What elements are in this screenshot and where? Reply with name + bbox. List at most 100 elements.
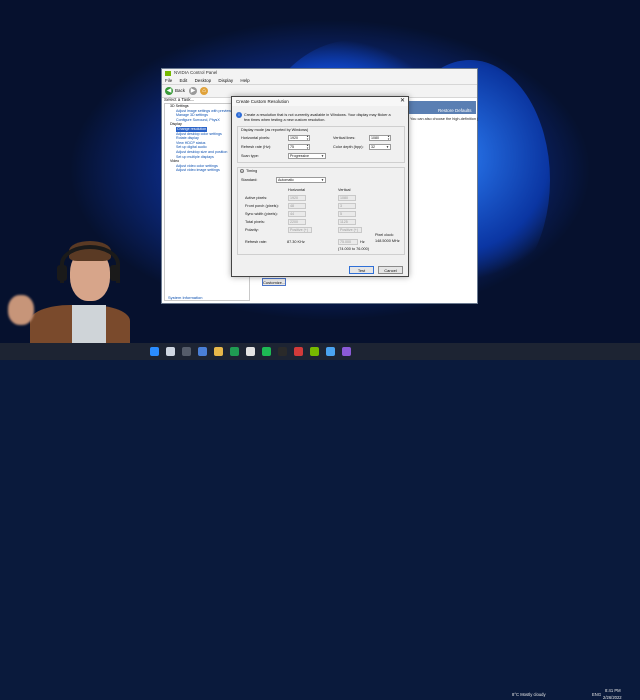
tree-item-label: Adjust desktop size and position bbox=[176, 149, 228, 154]
window-title: NVIDIA Control Panel bbox=[174, 70, 218, 75]
file-explorer-icon[interactable] bbox=[214, 347, 223, 356]
taskbar: 8°C Mostly cloudy ENG 8:41 PM 2/26/2022 bbox=[0, 343, 640, 700]
cancel-button[interactable]: Cancel bbox=[378, 266, 403, 274]
standard-value: Automatic bbox=[278, 178, 294, 182]
horizontal-timing-field: 44 bbox=[288, 211, 306, 217]
hz-unit: Hz bbox=[360, 240, 365, 244]
pixel-clock-label: Pixel clock: bbox=[375, 233, 394, 237]
office-app-icon[interactable] bbox=[294, 347, 303, 356]
widgets-icon[interactable] bbox=[198, 347, 207, 356]
info-icon: i bbox=[236, 112, 242, 118]
timing-row-label: Sync width (pixels): bbox=[245, 212, 278, 216]
headphone-right-cup bbox=[110, 265, 120, 281]
tree-item-label: Set up multiple displays bbox=[176, 154, 214, 159]
clock-time[interactable]: 8:41 PM bbox=[605, 688, 621, 693]
restore-defaults-link[interactable]: Restore Defaults bbox=[438, 108, 472, 113]
vertical-timing-field: 3 bbox=[338, 203, 356, 209]
horizontal-timing-field: 48 bbox=[288, 203, 306, 209]
window-titlebar: NVIDIA Control Panel bbox=[162, 69, 477, 77]
menu-bar: File Edit Desktop Display Help bbox=[162, 77, 477, 85]
test-button[interactable]: Test bbox=[349, 266, 374, 274]
tree-item-label: Adjust video image settings bbox=[176, 168, 220, 173]
chevron-down-icon: ▼ bbox=[321, 154, 324, 158]
horizontal-pixels-field[interactable]: 1920 ▲ ▼ bbox=[288, 135, 310, 141]
spinner-icon[interactable]: ▲ ▼ bbox=[387, 135, 390, 141]
dialog-titlebar: Create Custom Resolution ✕ bbox=[232, 97, 408, 106]
tree-item-label: View HDCP status bbox=[176, 140, 206, 145]
menu-help[interactable]: Help bbox=[240, 78, 249, 83]
person-shirt bbox=[72, 305, 106, 343]
color-depth-label: Color depth (bpp): bbox=[333, 145, 364, 149]
nvidia-logo-icon bbox=[165, 70, 171, 76]
collapse-icon[interactable]: − bbox=[240, 169, 244, 173]
refresh-hz-value: 75.000 bbox=[340, 240, 351, 244]
menu-desktop[interactable]: Desktop bbox=[195, 78, 212, 83]
tree-item-label: Manage 3D settings bbox=[176, 113, 208, 118]
terminal-icon[interactable] bbox=[278, 347, 287, 356]
system-information-link[interactable]: System Information bbox=[168, 295, 202, 300]
task-view-icon[interactable] bbox=[182, 347, 191, 356]
tree-item-label: Adjust image settings with preview bbox=[176, 108, 231, 113]
tree-item-label: 3D Settings bbox=[170, 104, 189, 108]
vertical-timing-field: 5 bbox=[338, 211, 356, 217]
horizontal-timing-field: Positive (+) bbox=[288, 227, 312, 233]
tree-item-label: Video bbox=[170, 159, 180, 164]
vertical-header: Vertical bbox=[338, 188, 351, 192]
refresh-rate-field[interactable]: 75 ▲ ▼ bbox=[288, 144, 310, 150]
dialog-title: Create Custom Resolution bbox=[236, 99, 289, 104]
refresh-khz-value: 87.30 KHz bbox=[287, 240, 305, 244]
back-label[interactable]: Back bbox=[175, 88, 185, 93]
horizontal-timing-field: 2200 bbox=[288, 219, 306, 225]
timing-row-label: Front porch (pixels): bbox=[245, 204, 279, 208]
horizontal-pixels-value: 1920 bbox=[290, 136, 298, 140]
person-hand bbox=[8, 295, 34, 325]
vertical-timing-field: 1125 bbox=[338, 219, 356, 225]
browser-icon[interactable] bbox=[246, 347, 255, 356]
start-icon[interactable] bbox=[150, 347, 159, 356]
language-indicator[interactable]: ENG bbox=[592, 692, 601, 697]
weather-widget[interactable]: 8°C Mostly cloudy bbox=[512, 692, 546, 697]
xbox-icon[interactable] bbox=[230, 347, 239, 356]
refresh-rate-value: 75 bbox=[290, 145, 294, 149]
vertical-timing-field: Positive (+) bbox=[338, 227, 362, 233]
task-panel-label: Select a Task... bbox=[164, 97, 195, 102]
back-arrow-icon[interactable]: ◀ bbox=[165, 87, 173, 95]
search-icon[interactable] bbox=[166, 347, 175, 356]
scan-type-label: Scan type: bbox=[241, 154, 259, 158]
dialog-message: Create a resolution that is not currentl… bbox=[244, 113, 391, 122]
headphone-left-cup bbox=[57, 265, 67, 281]
vertical-lines-field[interactable]: 1080 ▲ ▼ bbox=[369, 135, 391, 141]
vertical-lines-label: Vertical lines: bbox=[333, 136, 356, 140]
horizontal-pixels-label: Horizontal pixels: bbox=[241, 136, 270, 140]
display-mode-label: Display mode (as reported by Windows) bbox=[241, 128, 309, 132]
spinner-icon[interactable]: ▲ ▼ bbox=[306, 135, 309, 141]
horizontal-timing-field: 1920 bbox=[288, 195, 306, 201]
pixel-clock-value: 148.5000 MHz bbox=[375, 239, 400, 243]
menu-edit[interactable]: Edit bbox=[180, 78, 188, 83]
scan-type-select[interactable]: Progressive ▼ bbox=[288, 153, 326, 159]
vertical-timing-field: 1080 bbox=[338, 195, 356, 201]
app-icon[interactable] bbox=[342, 347, 351, 356]
clock-date[interactable]: 2/26/2022 bbox=[603, 695, 622, 700]
color-depth-select[interactable]: 32 ▼ bbox=[369, 144, 391, 150]
store-icon[interactable] bbox=[326, 347, 335, 356]
timing-row-label: Active pixels: bbox=[245, 196, 268, 200]
menu-file[interactable]: File bbox=[165, 78, 172, 83]
tree-item-label: Rotate display bbox=[176, 136, 199, 141]
home-icon[interactable]: ⌂ bbox=[200, 87, 208, 95]
close-icon[interactable]: ✕ bbox=[400, 97, 405, 106]
content-text: You can also choose the high-definition … bbox=[410, 117, 479, 121]
refresh-rate-row-label: Refresh rate: bbox=[245, 240, 267, 244]
timing-label: Timing bbox=[246, 169, 258, 173]
forward-arrow-icon[interactable]: ▶ bbox=[189, 87, 197, 95]
music-app-icon[interactable] bbox=[262, 347, 271, 356]
timing-row-label: Total pixels: bbox=[245, 220, 265, 224]
customize-button[interactable]: Customize... bbox=[262, 278, 286, 286]
refresh-rate-label: Refresh rate (Hz): bbox=[241, 145, 272, 149]
tree-item-label: Display bbox=[170, 122, 182, 127]
spinner-icon[interactable]: ▲ ▼ bbox=[306, 144, 309, 150]
nvidia-taskbar-icon[interactable] bbox=[310, 347, 319, 356]
refresh-hz-field: 75.000 bbox=[338, 239, 358, 245]
menu-display[interactable]: Display bbox=[218, 78, 233, 83]
standard-select[interactable]: Automatic ▼ bbox=[276, 177, 326, 183]
